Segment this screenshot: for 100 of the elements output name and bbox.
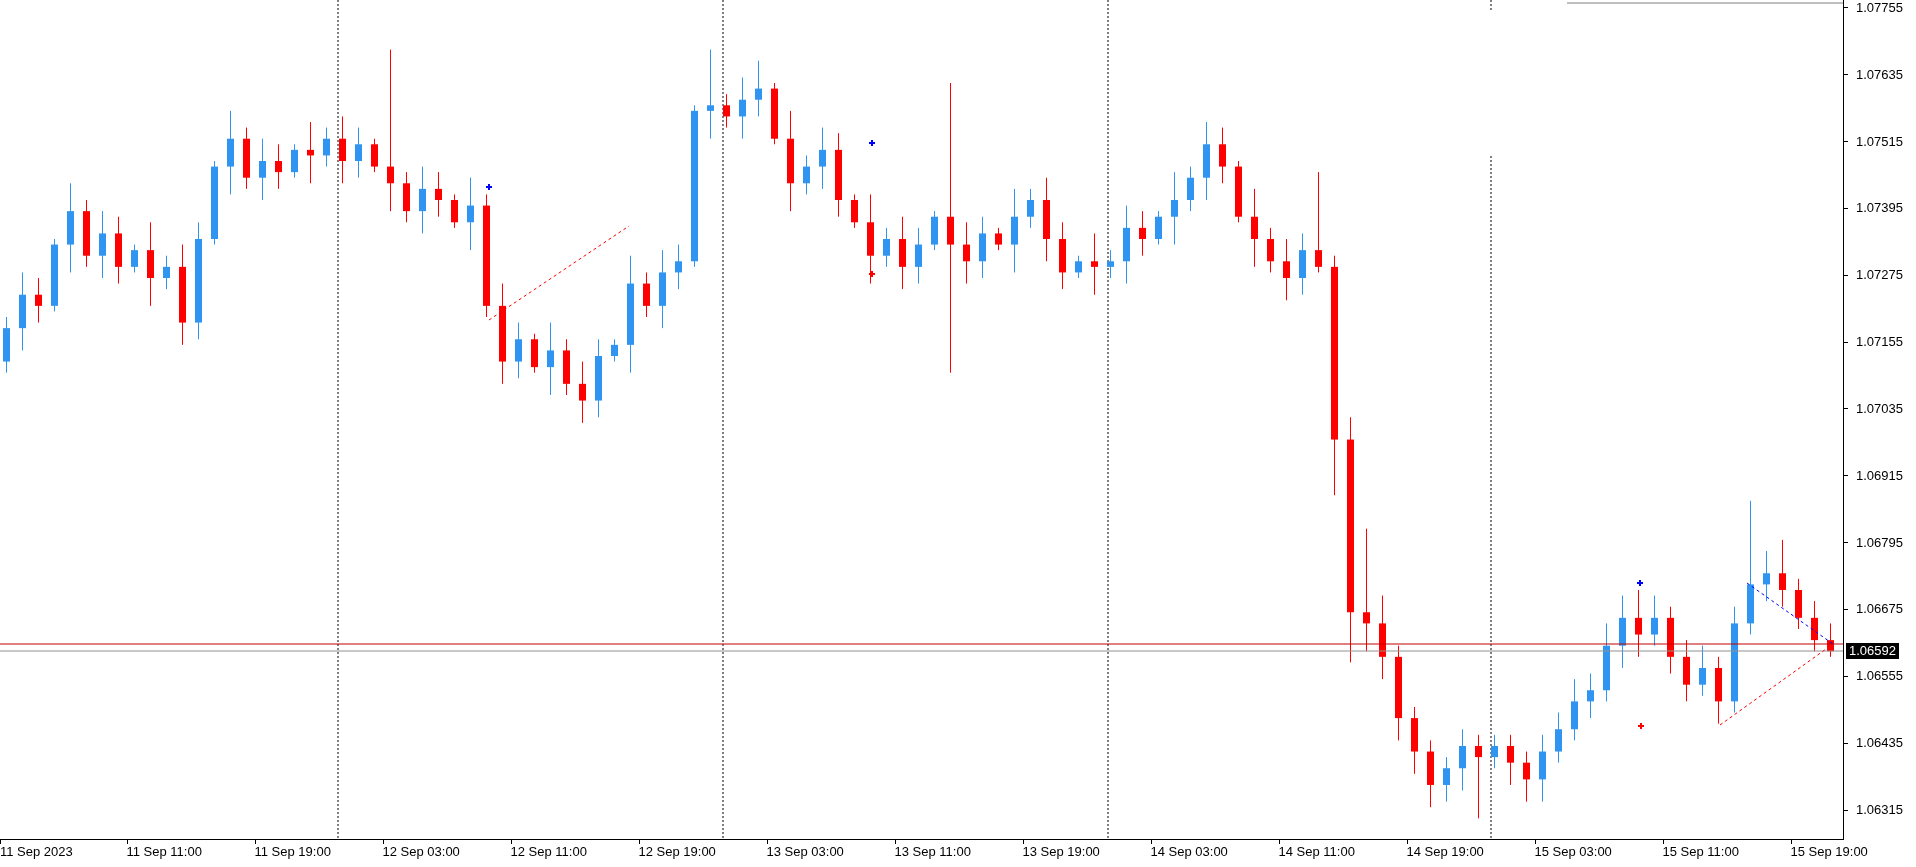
candle	[1027, 188, 1034, 229]
candle	[1139, 210, 1146, 257]
candle	[1779, 539, 1786, 608]
candle	[931, 210, 938, 251]
candle	[915, 227, 922, 285]
candle	[1539, 734, 1546, 803]
candle	[803, 154, 810, 195]
time-label: 11 Sep 11:00	[126, 844, 202, 860]
price-label: 1.07755	[1856, 0, 1903, 16]
current-price-label: 1.06592	[1846, 643, 1899, 659]
time-label: 12 Sep 19:00	[638, 844, 716, 860]
candle	[739, 76, 746, 140]
candle	[851, 193, 858, 229]
candle	[419, 166, 426, 234]
candle	[1235, 160, 1242, 223]
candle	[1299, 232, 1306, 296]
time-label: 14 Sep 19:00	[1406, 844, 1484, 860]
time-label: 12 Sep 11:00	[510, 844, 587, 860]
candle	[291, 143, 298, 179]
candle	[435, 171, 442, 218]
time-label: 13 Sep 11:00	[894, 844, 971, 860]
candle	[243, 127, 250, 190]
candle	[451, 193, 458, 229]
cross-marker-icon	[868, 270, 876, 278]
candle	[3, 316, 10, 374]
time-label: 11 Sep 19:00	[254, 844, 331, 860]
candle	[83, 199, 90, 268]
candle	[979, 216, 986, 279]
price-label: 1.06555	[1856, 668, 1903, 685]
candle	[531, 333, 538, 374]
candle	[819, 127, 826, 190]
candle	[339, 115, 346, 184]
candle	[675, 244, 682, 290]
candle	[1059, 221, 1066, 290]
candle	[1699, 645, 1706, 697]
candle	[1651, 595, 1658, 647]
candle	[1075, 255, 1082, 279]
candle	[1827, 622, 1834, 658]
candle	[1187, 166, 1194, 212]
candle	[579, 361, 586, 424]
price-label: 1.06795	[1856, 534, 1903, 551]
candle	[1555, 712, 1562, 764]
candle	[99, 210, 106, 279]
candle	[1571, 678, 1578, 741]
candle	[1795, 578, 1802, 630]
candle	[1155, 210, 1162, 246]
candle	[1763, 550, 1770, 602]
cross-marker-icon	[1637, 722, 1645, 730]
price-label: 1.06315	[1856, 802, 1903, 818]
candle	[1715, 656, 1722, 725]
candle	[371, 138, 378, 173]
candle	[563, 338, 570, 396]
candle	[35, 277, 42, 324]
candle	[515, 322, 522, 379]
candle	[1683, 639, 1690, 702]
candle	[1107, 249, 1114, 279]
candle	[1267, 227, 1274, 273]
candle	[403, 171, 410, 223]
candle	[1507, 734, 1514, 786]
candle	[883, 227, 890, 268]
candle	[1459, 728, 1466, 792]
candle	[755, 60, 762, 117]
candle	[275, 143, 282, 190]
candle	[1811, 600, 1818, 652]
candle	[1427, 739, 1434, 808]
time-label: 15 Sep 19:00	[1790, 844, 1868, 860]
price-label: 1.06675	[1856, 601, 1903, 618]
candle	[131, 244, 138, 273]
time-label: 14 Sep 03:00	[1150, 844, 1228, 860]
price-label: 1.07275	[1856, 267, 1903, 284]
time-label: 15 Sep 03:00	[1534, 844, 1612, 860]
candle	[1283, 238, 1290, 301]
price-label: 1.07035	[1856, 400, 1903, 417]
time-label: 11 Sep 2023	[0, 844, 73, 860]
candle	[1587, 673, 1594, 719]
candle	[1091, 232, 1098, 296]
price-label: 1.07515	[1856, 133, 1903, 150]
candle	[307, 121, 314, 184]
candle	[1411, 706, 1418, 775]
candle	[259, 138, 266, 201]
cross-marker-icon	[1636, 579, 1644, 587]
candle	[1443, 756, 1450, 803]
candle	[611, 338, 618, 363]
candle	[115, 216, 122, 285]
price-label: 1.06435	[1856, 735, 1903, 752]
candle	[723, 93, 730, 129]
candle	[963, 221, 970, 285]
cross-marker-icon	[868, 139, 876, 147]
candle	[1667, 606, 1674, 675]
candle	[1523, 751, 1530, 803]
price-label: 1.06915	[1856, 467, 1903, 484]
time-label: 12 Sep 03:00	[382, 844, 460, 860]
time-label: 14 Sep 11:00	[1278, 844, 1355, 860]
time-label: 15 Sep 11:00	[1662, 844, 1739, 860]
candle	[323, 127, 330, 168]
candle	[643, 271, 650, 318]
price-label: 1.07635	[1856, 66, 1903, 83]
candle	[995, 227, 1002, 251]
candle	[771, 82, 778, 145]
price-label: 1.07395	[1856, 200, 1903, 217]
